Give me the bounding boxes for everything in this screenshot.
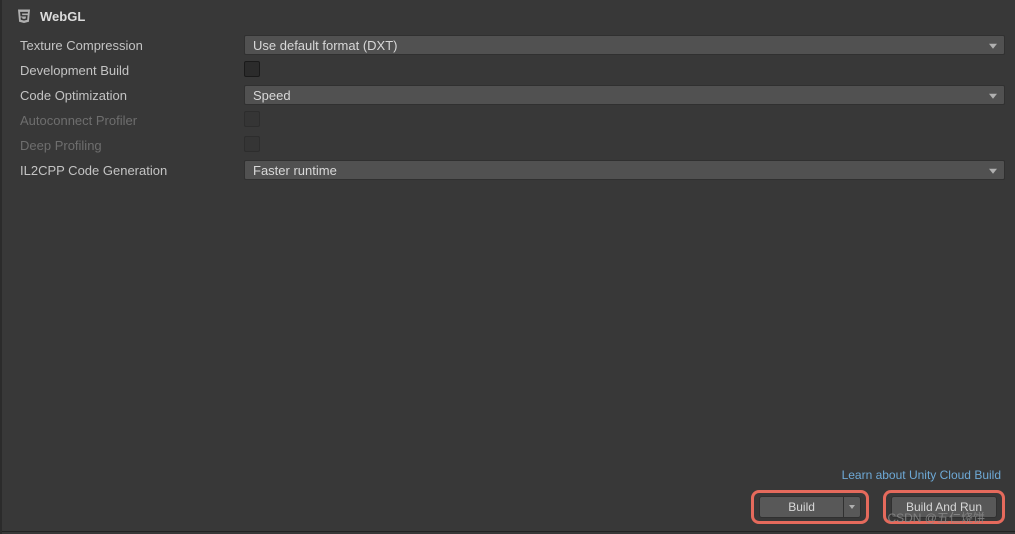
label-texture-compression: Texture Compression xyxy=(12,38,244,53)
build-button[interactable]: Build xyxy=(759,496,843,518)
build-and-run-button[interactable]: Build And Run xyxy=(891,496,997,518)
checkbox-development-build[interactable] xyxy=(244,61,260,77)
label-development-build: Development Build xyxy=(12,63,244,78)
panel-header: WebGL xyxy=(12,8,1005,24)
highlight-build-and-run: Build And Run xyxy=(883,490,1005,524)
learn-cloud-build-link[interactable]: Learn about Unity Cloud Build xyxy=(842,468,1001,482)
highlight-build: Build xyxy=(751,490,869,524)
row-texture-compression: Texture Compression Use default format (… xyxy=(12,34,1005,56)
webgl-settings-panel: WebGL Texture Compression Use default fo… xyxy=(0,0,1015,534)
row-il2cpp-code-generation: IL2CPP Code Generation Faster runtime xyxy=(12,159,1005,181)
row-code-optimization: Code Optimization Speed xyxy=(12,84,1005,106)
footer-area: Learn about Unity Cloud Build Build Buil… xyxy=(12,468,1005,524)
dropdown-code-optimization[interactable]: Speed xyxy=(244,85,1005,105)
panel-title: WebGL xyxy=(40,9,85,24)
checkbox-autoconnect-profiler xyxy=(244,111,260,127)
bottom-divider xyxy=(2,531,1015,532)
label-autoconnect-profiler: Autoconnect Profiler xyxy=(12,113,244,128)
label-code-optimization: Code Optimization xyxy=(12,88,244,103)
dropdown-texture-compression[interactable]: Use default format (DXT) xyxy=(244,35,1005,55)
checkbox-deep-profiling xyxy=(244,136,260,152)
row-development-build: Development Build xyxy=(12,59,1005,81)
html5-icon xyxy=(16,8,32,24)
build-dropdown-caret[interactable] xyxy=(843,496,861,518)
row-autoconnect-profiler: Autoconnect Profiler xyxy=(12,109,1005,131)
label-deep-profiling: Deep Profiling xyxy=(12,138,244,153)
row-deep-profiling: Deep Profiling xyxy=(12,134,1005,156)
button-row: Build Build And Run xyxy=(751,490,1005,524)
label-il2cpp-code-generation: IL2CPP Code Generation xyxy=(12,163,244,178)
dropdown-il2cpp-code-generation[interactable]: Faster runtime xyxy=(244,160,1005,180)
